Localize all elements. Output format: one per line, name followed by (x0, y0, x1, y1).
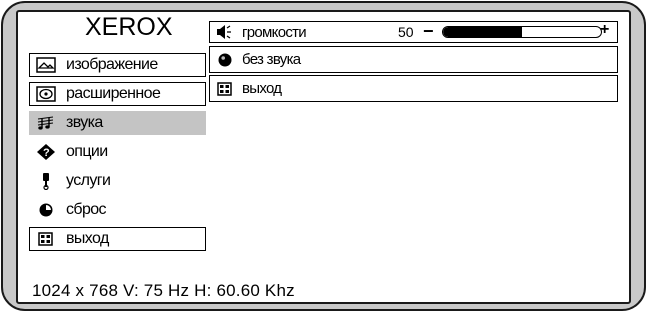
menu-item-service[interactable]: услуги (29, 169, 206, 193)
menu-item-label: звука (66, 114, 103, 131)
volume-value: 50 (398, 24, 414, 40)
volume-decrease[interactable]: − (423, 21, 433, 42)
exit-grid-icon (36, 231, 56, 247)
music-note-icon (36, 115, 56, 131)
main-menu: изображение расширенное звука ? опции ус… (29, 53, 206, 256)
volume-increase[interactable]: + (600, 21, 609, 39)
disc-icon (36, 86, 56, 102)
sound-submenu: громкости 50 − + без звука выход (209, 21, 618, 108)
svg-text:?: ? (43, 147, 50, 159)
menu-item-label: услуги (66, 172, 111, 189)
volume-label: громкости (242, 23, 307, 41)
menu-item-label: выход (66, 230, 109, 247)
menu-item-sound[interactable]: звука (29, 111, 206, 135)
menu-item-exit[interactable]: выход (29, 227, 206, 251)
picture-icon (36, 57, 56, 73)
menu-item-label: опции (66, 143, 108, 160)
menu-item-reset[interactable]: сброс (29, 198, 206, 222)
reset-circle-icon (36, 202, 56, 218)
resolution-status: 1024 x 768 V: 75 Hz H: 60.60 Khz (32, 281, 295, 300)
wrench-icon (36, 173, 56, 190)
menu-item-image[interactable]: изображение (29, 53, 206, 77)
exit-grid-icon (216, 81, 234, 97)
volume-row[interactable]: громкости 50 − + (209, 21, 618, 43)
volume-slider[interactable] (442, 26, 602, 38)
menu-item-options[interactable]: ? опции (29, 140, 206, 164)
brand-logo: XEROX (85, 13, 173, 41)
menu-item-label: расширенное (66, 85, 161, 102)
diamond-question-icon: ? (36, 144, 56, 160)
submenu-exit-label: выход (242, 80, 282, 97)
submenu-exit-row[interactable]: выход (209, 75, 618, 102)
menu-item-label: изображение (66, 56, 158, 73)
mute-label: без звука (242, 51, 301, 68)
menu-item-label: сброс (66, 201, 107, 218)
mute-row[interactable]: без звука (209, 46, 618, 73)
volume-slider-fill (443, 27, 522, 37)
speaker-icon (216, 24, 234, 40)
radio-dot-icon (216, 52, 234, 68)
menu-item-advanced[interactable]: расширенное (29, 82, 206, 106)
